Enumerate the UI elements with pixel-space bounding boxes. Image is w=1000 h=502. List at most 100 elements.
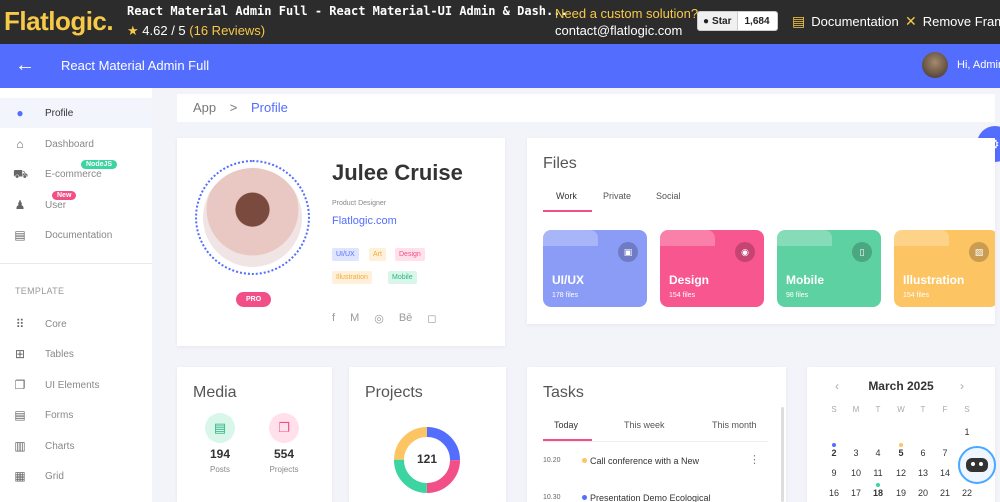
calendar-day[interactable]: 21	[934, 488, 956, 498]
calendar-day[interactable]: 13	[912, 468, 934, 478]
product-title: React Material Admin Full - React Materi…	[127, 4, 568, 18]
calendar-day[interactable]: 2	[823, 448, 845, 458]
sidebar-item-forms[interactable]: ▤ Forms	[0, 400, 152, 430]
calendar-day[interactable]: 14	[934, 468, 956, 478]
projects-card: Projects 121	[349, 367, 506, 502]
documentation-link[interactable]: ▤ Documentation	[792, 13, 899, 30]
tag-uiux[interactable]: UI/UX	[332, 248, 359, 261]
calendar-day[interactable]: 5	[890, 448, 912, 458]
tag-illustration[interactable]: Illustration	[332, 271, 372, 284]
files-card: Files Work Private Social ▣ UI/UX 178 fi…	[527, 138, 995, 324]
calendar-day[interactable]: 12	[890, 468, 912, 478]
sidebar-item-ui-elements[interactable]: ❐ UI Elements	[0, 370, 152, 400]
arrow-back-icon[interactable]: ←	[15, 54, 35, 77]
calendar-dow: F	[942, 405, 948, 414]
folder-label: Design	[669, 273, 710, 287]
medium-icon[interactable]: M	[350, 312, 359, 325]
chatbot-robot-icon[interactable]	[958, 446, 996, 484]
breadcrumb-separator: >	[229, 100, 238, 115]
calendar-dow: S	[831, 405, 837, 414]
sidebar-divider	[0, 263, 152, 264]
bar-chart-icon: ▥	[14, 439, 26, 453]
profile-website-link[interactable]: Flatlogic.com	[332, 215, 397, 227]
calendar-day[interactable]: 17	[845, 488, 867, 498]
tab-this-month[interactable]: This month	[712, 420, 757, 430]
grid-dots-icon: ⠿	[15, 317, 25, 331]
chevron-right-icon[interactable]: ›	[960, 379, 964, 393]
github-star-button[interactable]: ● Star 1,684	[697, 11, 778, 31]
github-star-label: Star	[712, 15, 732, 27]
more-vert-icon[interactable]: ⋮	[749, 453, 760, 466]
sidebar-item-charts[interactable]: ▥ Charts	[0, 431, 152, 461]
sidebar-item-label: Profile	[45, 108, 74, 119]
calendar-day[interactable]: 16	[823, 488, 845, 498]
tab-private[interactable]: Private	[603, 191, 631, 201]
task-text[interactable]: Call conference with a New	[590, 456, 699, 466]
folder-illustration[interactable]: ▨ Illustration 154 files	[894, 230, 995, 307]
calendar-day[interactable]: 1	[956, 427, 978, 437]
behance-icon[interactable]: Bē	[399, 312, 412, 325]
folder-mobile[interactable]: ▯ Mobile 98 files	[777, 230, 881, 307]
sidebar-item-user[interactable]: ♟ User New	[0, 190, 152, 220]
calendar-day[interactable]: 6	[912, 448, 934, 458]
facebook-icon[interactable]: f	[332, 312, 335, 325]
github-icon: ●	[703, 15, 710, 27]
profile-photo-ring	[195, 160, 310, 275]
calendar-day[interactable]: 19	[890, 488, 912, 498]
tasks-scrollbar[interactable]	[781, 407, 784, 502]
reviews-link[interactable]: (16 Reviews)	[189, 23, 265, 38]
calendar-day[interactable]: 3	[845, 448, 867, 458]
calendar-day[interactable]: 20	[912, 488, 934, 498]
tag-art[interactable]: Art	[369, 248, 386, 261]
calendar-day[interactable]: 7	[934, 448, 956, 458]
sidebar-item-label: Dashboard	[45, 139, 94, 150]
sidebar-item-profile[interactable]: ● Profile	[0, 98, 152, 128]
breadcrumb-root[interactable]: App	[193, 100, 216, 115]
calendar-day[interactable]: 10	[845, 468, 867, 478]
tab-today[interactable]: Today	[554, 420, 578, 430]
calendar-day[interactable]: 4	[867, 448, 889, 458]
sidebar-item-documentation[interactable]: ▤ Documentation	[0, 220, 152, 250]
robot-face	[966, 458, 988, 472]
remove-frame-link[interactable]: ✕ Remove Frame	[905, 13, 1000, 30]
calendar-day[interactable]: 22	[956, 488, 978, 498]
sidebar-item-grid[interactable]: ▦ Grid	[0, 461, 152, 491]
tag-design[interactable]: Design	[395, 248, 425, 261]
instagram-icon[interactable]: ◻	[427, 312, 436, 325]
sidebar-item-label: Documentation	[45, 230, 113, 241]
contact-email[interactable]: contact@flatlogic.com	[555, 22, 698, 39]
sidebar-item-ecommerce[interactable]: ⛟ E-commerce NodeJS	[0, 159, 152, 189]
folder-uiux[interactable]: ▣ UI/UX 178 files	[543, 230, 647, 307]
product-info: React Material Admin Full - React Materi…	[127, 4, 568, 39]
phone-icon: ▯	[852, 242, 872, 262]
tag-mobile[interactable]: Mobile	[388, 271, 417, 284]
person-icon: ●	[16, 106, 24, 120]
custom-solution-question[interactable]: Need a custom solution?	[555, 5, 698, 22]
folder-design[interactable]: ◉ Design 154 files	[660, 230, 764, 307]
sidebar-item-core[interactable]: ⠿ Core	[0, 309, 152, 339]
sidebar-item-dashboard[interactable]: ⌂ Dashboard	[0, 129, 152, 159]
eye-icon: ◉	[735, 242, 755, 262]
task-text[interactable]: Presentation Demo Ecological	[590, 493, 711, 502]
calendar-dow: M	[852, 405, 860, 414]
calendar-day[interactable]: 18	[867, 488, 889, 498]
projects-count: 554	[273, 447, 295, 461]
tab-social[interactable]: Social	[656, 191, 681, 201]
tab-work[interactable]: Work	[556, 191, 577, 201]
calendar-day[interactable]: 11	[867, 468, 889, 478]
calendar-day[interactable]: 9	[823, 468, 845, 478]
sidebar-item-tables[interactable]: ⊞ Tables	[0, 339, 152, 369]
tab-this-week[interactable]: This week	[624, 420, 665, 430]
event-dot	[832, 443, 836, 447]
dribbble-icon[interactable]: ◎	[374, 312, 384, 325]
user-greeting[interactable]: Hi, Admin	[957, 59, 1000, 71]
avatar[interactable]	[922, 52, 948, 78]
custom-solution: Need a custom solution? contact@flatlogi…	[555, 5, 698, 39]
sidebar-item-label: E-commerce	[45, 169, 102, 180]
folder-count: 154 files	[669, 292, 696, 299]
event-dot	[876, 483, 880, 487]
document-icon[interactable]: ▤	[205, 413, 235, 443]
tab-divider	[543, 441, 768, 442]
copy-icon[interactable]: ❐	[269, 413, 299, 443]
flatlogic-logo[interactable]: Flatlogic.	[4, 6, 114, 37]
